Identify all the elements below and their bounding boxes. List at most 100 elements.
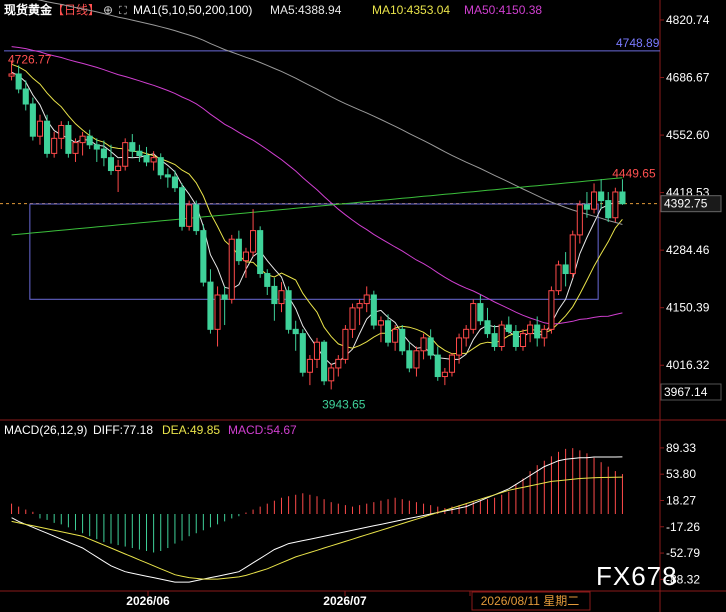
candle-body bbox=[200, 230, 207, 283]
macd-macd-value: MACD:54.67 bbox=[228, 423, 297, 437]
candle-body bbox=[313, 341, 321, 360]
watermark: FX678 bbox=[596, 561, 678, 591]
candle-body bbox=[392, 328, 399, 343]
candle-body bbox=[377, 320, 384, 326]
ma5-value: MA5:4388.94 bbox=[270, 3, 342, 17]
candle-body bbox=[235, 238, 242, 262]
candle-body bbox=[278, 290, 285, 305]
candle-body bbox=[406, 350, 413, 369]
candle-body bbox=[107, 157, 115, 172]
candle-body bbox=[100, 148, 107, 159]
ma10-value: MA10:4353.04 bbox=[372, 3, 450, 17]
candle-body bbox=[384, 320, 392, 343]
candle-body bbox=[399, 328, 406, 352]
candle-body bbox=[477, 303, 484, 322]
candle-body bbox=[115, 165, 122, 172]
candle-body bbox=[576, 204, 583, 236]
price-tick-label-4: 4284.46 bbox=[666, 243, 710, 257]
macd-diff-line bbox=[11, 456, 623, 583]
ma100-line bbox=[36, 0, 623, 225]
ma50-value: MA50:4150.38 bbox=[464, 3, 542, 17]
candle-body bbox=[548, 290, 555, 330]
candle-body bbox=[29, 103, 36, 137]
candle-body bbox=[257, 230, 264, 275]
candle-body bbox=[612, 191, 619, 219]
candle-body bbox=[178, 187, 186, 227]
candle-body bbox=[562, 264, 569, 275]
macd-dea-value: DEA:49.85 bbox=[162, 423, 220, 437]
candle-body bbox=[413, 350, 420, 369]
candle-body bbox=[527, 324, 534, 335]
candle-body bbox=[363, 294, 370, 305]
macd-tick-label-0: 89.33 bbox=[666, 441, 696, 455]
candle-body bbox=[512, 330, 519, 347]
candle-body bbox=[463, 328, 470, 339]
macd-tick-label-4: -52.79 bbox=[666, 546, 700, 560]
candle-body bbox=[86, 135, 93, 146]
candle-body bbox=[441, 371, 448, 378]
candle-body bbox=[271, 285, 278, 305]
price-tick-label-2: 4552.60 bbox=[666, 128, 710, 142]
candle-body bbox=[143, 155, 150, 163]
candle-body bbox=[285, 290, 292, 330]
price-pane: 4748.89 4726.77 4449.65 3943.65 bbox=[0, 0, 726, 612]
candle-body bbox=[44, 120, 51, 154]
candle-body bbox=[150, 157, 157, 163]
candle-body bbox=[306, 358, 313, 373]
period-label[interactable]: 【日线】 bbox=[52, 3, 100, 17]
candle-body bbox=[122, 142, 129, 167]
candle-body bbox=[342, 328, 349, 360]
candle-body bbox=[264, 273, 271, 287]
candle-body bbox=[434, 354, 441, 378]
current-price-label: 4392.75 bbox=[664, 197, 708, 211]
candle-body bbox=[555, 264, 562, 292]
candle-body bbox=[328, 367, 335, 382]
price-tick-label-1: 4686.67 bbox=[666, 71, 710, 85]
date-label-1: 2026/07 bbox=[323, 594, 367, 608]
candle-body bbox=[292, 328, 299, 335]
candle-body bbox=[370, 294, 377, 326]
candle-body bbox=[36, 120, 44, 137]
price-axis: 4820.744686.674552.604418.534284.464150.… bbox=[660, 13, 722, 586]
candle-body bbox=[456, 337, 463, 356]
candle-body bbox=[484, 320, 491, 335]
candle-body bbox=[619, 191, 626, 205]
candle-body bbox=[221, 294, 228, 300]
candle-body bbox=[207, 281, 214, 330]
candle-body bbox=[242, 251, 250, 262]
candle-body bbox=[93, 144, 100, 150]
candle-body bbox=[58, 124, 65, 139]
candle-body bbox=[498, 324, 505, 347]
low-label: 3943.65 bbox=[322, 397, 366, 411]
candle-body bbox=[164, 174, 171, 178]
macd-pane: MACD(26,12,9) DIFF:77.18 DEA:49.85 MACD:… bbox=[4, 423, 623, 583]
ma50-line bbox=[11, 46, 623, 325]
candle-body bbox=[448, 354, 456, 373]
candle-body bbox=[505, 324, 512, 332]
recent-high-label: 4449.65 bbox=[612, 166, 656, 180]
macd-label: MACD(26,12,9) bbox=[4, 423, 87, 437]
candle-body bbox=[299, 333, 306, 373]
candle-body bbox=[605, 200, 612, 219]
ma5-line bbox=[11, 71, 623, 366]
candle-body bbox=[8, 73, 15, 77]
macd-tick-label-1: 53.80 bbox=[666, 467, 696, 481]
date-label-2: 2026/08/11 星期二 bbox=[481, 594, 580, 608]
candle-body bbox=[136, 150, 143, 157]
candle-body bbox=[569, 234, 576, 275]
candle-body bbox=[590, 191, 598, 210]
date-axis: 2026/06 2026/07 2026/08/11 星期二 bbox=[126, 591, 591, 611]
ma10-line bbox=[11, 63, 623, 355]
price-low-label: 3967.14 bbox=[664, 385, 708, 399]
candle-body bbox=[598, 191, 605, 202]
symbol-label: 现货黄金 bbox=[4, 2, 53, 17]
macd-tick-label-3: -17.26 bbox=[666, 520, 700, 534]
date-label-0: 2026/06 bbox=[126, 594, 170, 608]
candle-body bbox=[250, 230, 257, 253]
chart-type-icon[interactable]: ⛶ bbox=[119, 5, 127, 17]
candle-body bbox=[321, 341, 328, 382]
price-tick-label-0: 4820.74 bbox=[666, 13, 710, 27]
candle-body bbox=[22, 88, 29, 105]
macd-dea-line bbox=[11, 476, 623, 580]
candle-body bbox=[491, 333, 498, 347]
